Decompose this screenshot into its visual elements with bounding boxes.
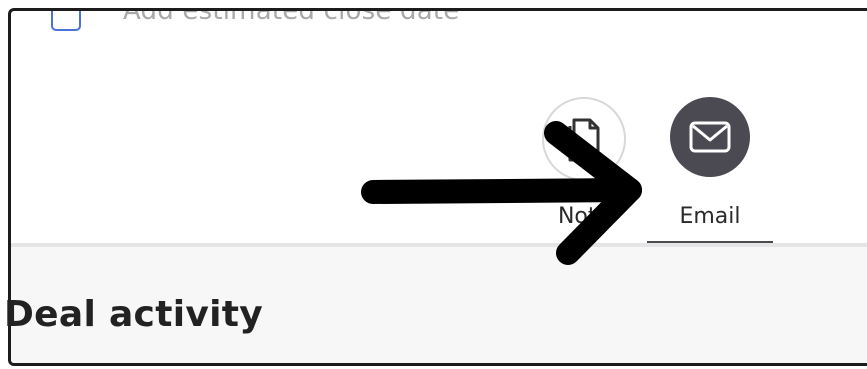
- note-icon: [568, 118, 600, 162]
- envelope-icon: [689, 121, 731, 153]
- checklist-item-close-date[interactable]: Add estimated close date: [51, 8, 460, 33]
- deal-activity-title: Deal activity: [4, 294, 264, 335]
- close-date-checkbox[interactable]: [51, 11, 81, 31]
- email-icon-circle[interactable]: [670, 97, 750, 177]
- email-tab-label: Email: [679, 204, 741, 229]
- tab-email[interactable]: Email: [647, 91, 773, 251]
- note-icon-circle[interactable]: [542, 97, 626, 181]
- close-date-label: Add estimated close date: [123, 8, 460, 26]
- note-tab-label: Note: [557, 204, 611, 229]
- tab-note[interactable]: Note: [521, 91, 647, 251]
